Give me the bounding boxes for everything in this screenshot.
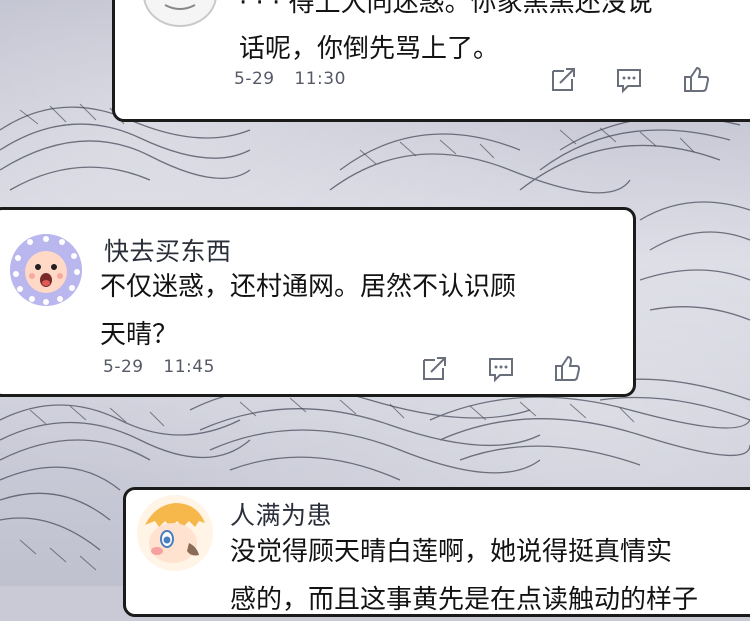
- comment-time: 11:45: [163, 357, 215, 377]
- comment-text-line: · · · 得上大同迷惑。你家黑黑还没说: [239, 0, 653, 18]
- comment-text-line: 话呢，你倒先骂上了。: [239, 34, 500, 64]
- avatar-face-icon: [137, 495, 213, 571]
- reply-button[interactable]: [614, 65, 644, 95]
- username[interactable]: 快去买东西: [104, 232, 232, 268]
- reply-button[interactable]: [486, 354, 516, 384]
- avatar[interactable]: [137, 495, 213, 571]
- comment-text-line: 不仅迷惑，还村通网。居然不认识顾: [100, 272, 517, 302]
- comment-text: · · · 得上大同迷惑。你家黑黑还没说 话呢，你倒先骂上了。: [239, 0, 653, 70]
- comment-text-line: 没觉得顾天晴白莲啊，她说得挺真情实: [230, 537, 673, 567]
- share-button[interactable]: [548, 65, 578, 95]
- avatar-face-icon: [10, 234, 82, 306]
- avatar[interactable]: [10, 234, 82, 306]
- comment-icon: [617, 69, 641, 94]
- share-button[interactable]: [419, 354, 449, 384]
- thumbs-up-icon: [555, 355, 581, 381]
- comment-timestamp: 5-29 11:30: [234, 69, 346, 89]
- comment-date: 5-29: [103, 357, 144, 377]
- comment-date: 5-29: [234, 69, 275, 89]
- like-button[interactable]: [681, 64, 711, 94]
- comment-icon: [489, 358, 513, 383]
- avatar[interactable]: [143, 0, 217, 27]
- comment-text: 不仅迷惑，还村通网。居然不认识顾 天晴？: [100, 266, 516, 356]
- avatar-face-icon: [164, 4, 196, 10]
- comment-timestamp: 5-29 11:45: [103, 357, 215, 377]
- comment-text-line: 天晴？: [100, 320, 179, 350]
- comment-text-line: 感的，而且这事黄先是在点读触动的样子: [230, 585, 699, 615]
- share-icon: [423, 357, 446, 380]
- thumbs-up-icon: [684, 66, 710, 92]
- comment-time: 11:30: [294, 69, 346, 89]
- username[interactable]: 人满为患: [230, 496, 332, 532]
- comment-text: 没觉得顾天晴白莲啊，她说得挺真情实 感的，而且这事黄先是在点读触动的样子: [230, 531, 698, 621]
- share-icon: [552, 68, 575, 91]
- like-button[interactable]: [552, 353, 582, 383]
